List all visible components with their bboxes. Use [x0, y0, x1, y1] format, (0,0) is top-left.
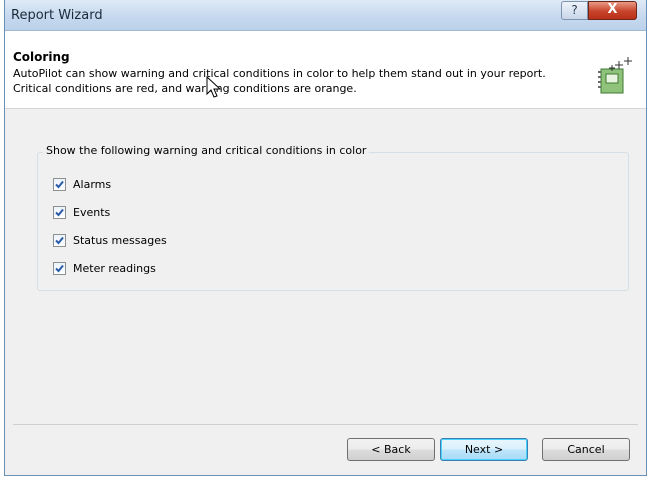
header-panel: Coloring AutoPilot can show warning and …: [5, 31, 646, 109]
option-status-messages[interactable]: Status messages: [53, 232, 167, 248]
coloring-options-group: Show the following warning and critical …: [37, 144, 629, 291]
description-line-2: Critical conditions are red, and warning…: [13, 82, 357, 95]
group-legend: Show the following warning and critical …: [43, 144, 370, 157]
events-checkbox[interactable]: [53, 205, 66, 219]
meter-readings-checkbox[interactable]: [53, 261, 66, 275]
page-description: AutoPilot can show warning and critical …: [13, 66, 588, 96]
back-button[interactable]: < Back: [347, 438, 435, 461]
option-events[interactable]: Events: [53, 204, 110, 220]
cancel-button[interactable]: Cancel: [542, 438, 630, 461]
description-line-1: AutoPilot can show warning and critical …: [13, 67, 546, 80]
page-title: Coloring: [13, 50, 70, 64]
window-title: Report Wizard: [11, 8, 103, 23]
close-button[interactable]: X: [588, 1, 637, 20]
status-messages-label: Status messages: [73, 233, 167, 247]
alarms-checkbox[interactable]: [53, 177, 66, 191]
mouse-pointer-icon: [206, 76, 222, 98]
checkmark-icon: [55, 236, 64, 244]
status-messages-checkbox[interactable]: [53, 233, 66, 247]
next-button[interactable]: Next >: [440, 438, 528, 461]
option-meter-readings[interactable]: Meter readings: [53, 260, 156, 276]
checkmark-icon: [55, 180, 64, 188]
checkmark-icon: [55, 208, 64, 216]
title-bar[interactable]: Report Wizard ? X: [5, 0, 646, 31]
help-button[interactable]: ?: [561, 1, 588, 20]
meter-readings-label: Meter readings: [73, 261, 156, 275]
events-label: Events: [73, 205, 111, 219]
report-wizard-window: Report Wizard ? X Coloring AutoPilot can…: [4, 0, 647, 476]
footer-divider: [13, 424, 638, 425]
option-alarms[interactable]: Alarms: [53, 176, 111, 192]
checkmark-icon: [55, 264, 64, 272]
alarms-label: Alarms: [73, 177, 112, 191]
wizard-sparkle-icon: [598, 57, 632, 94]
